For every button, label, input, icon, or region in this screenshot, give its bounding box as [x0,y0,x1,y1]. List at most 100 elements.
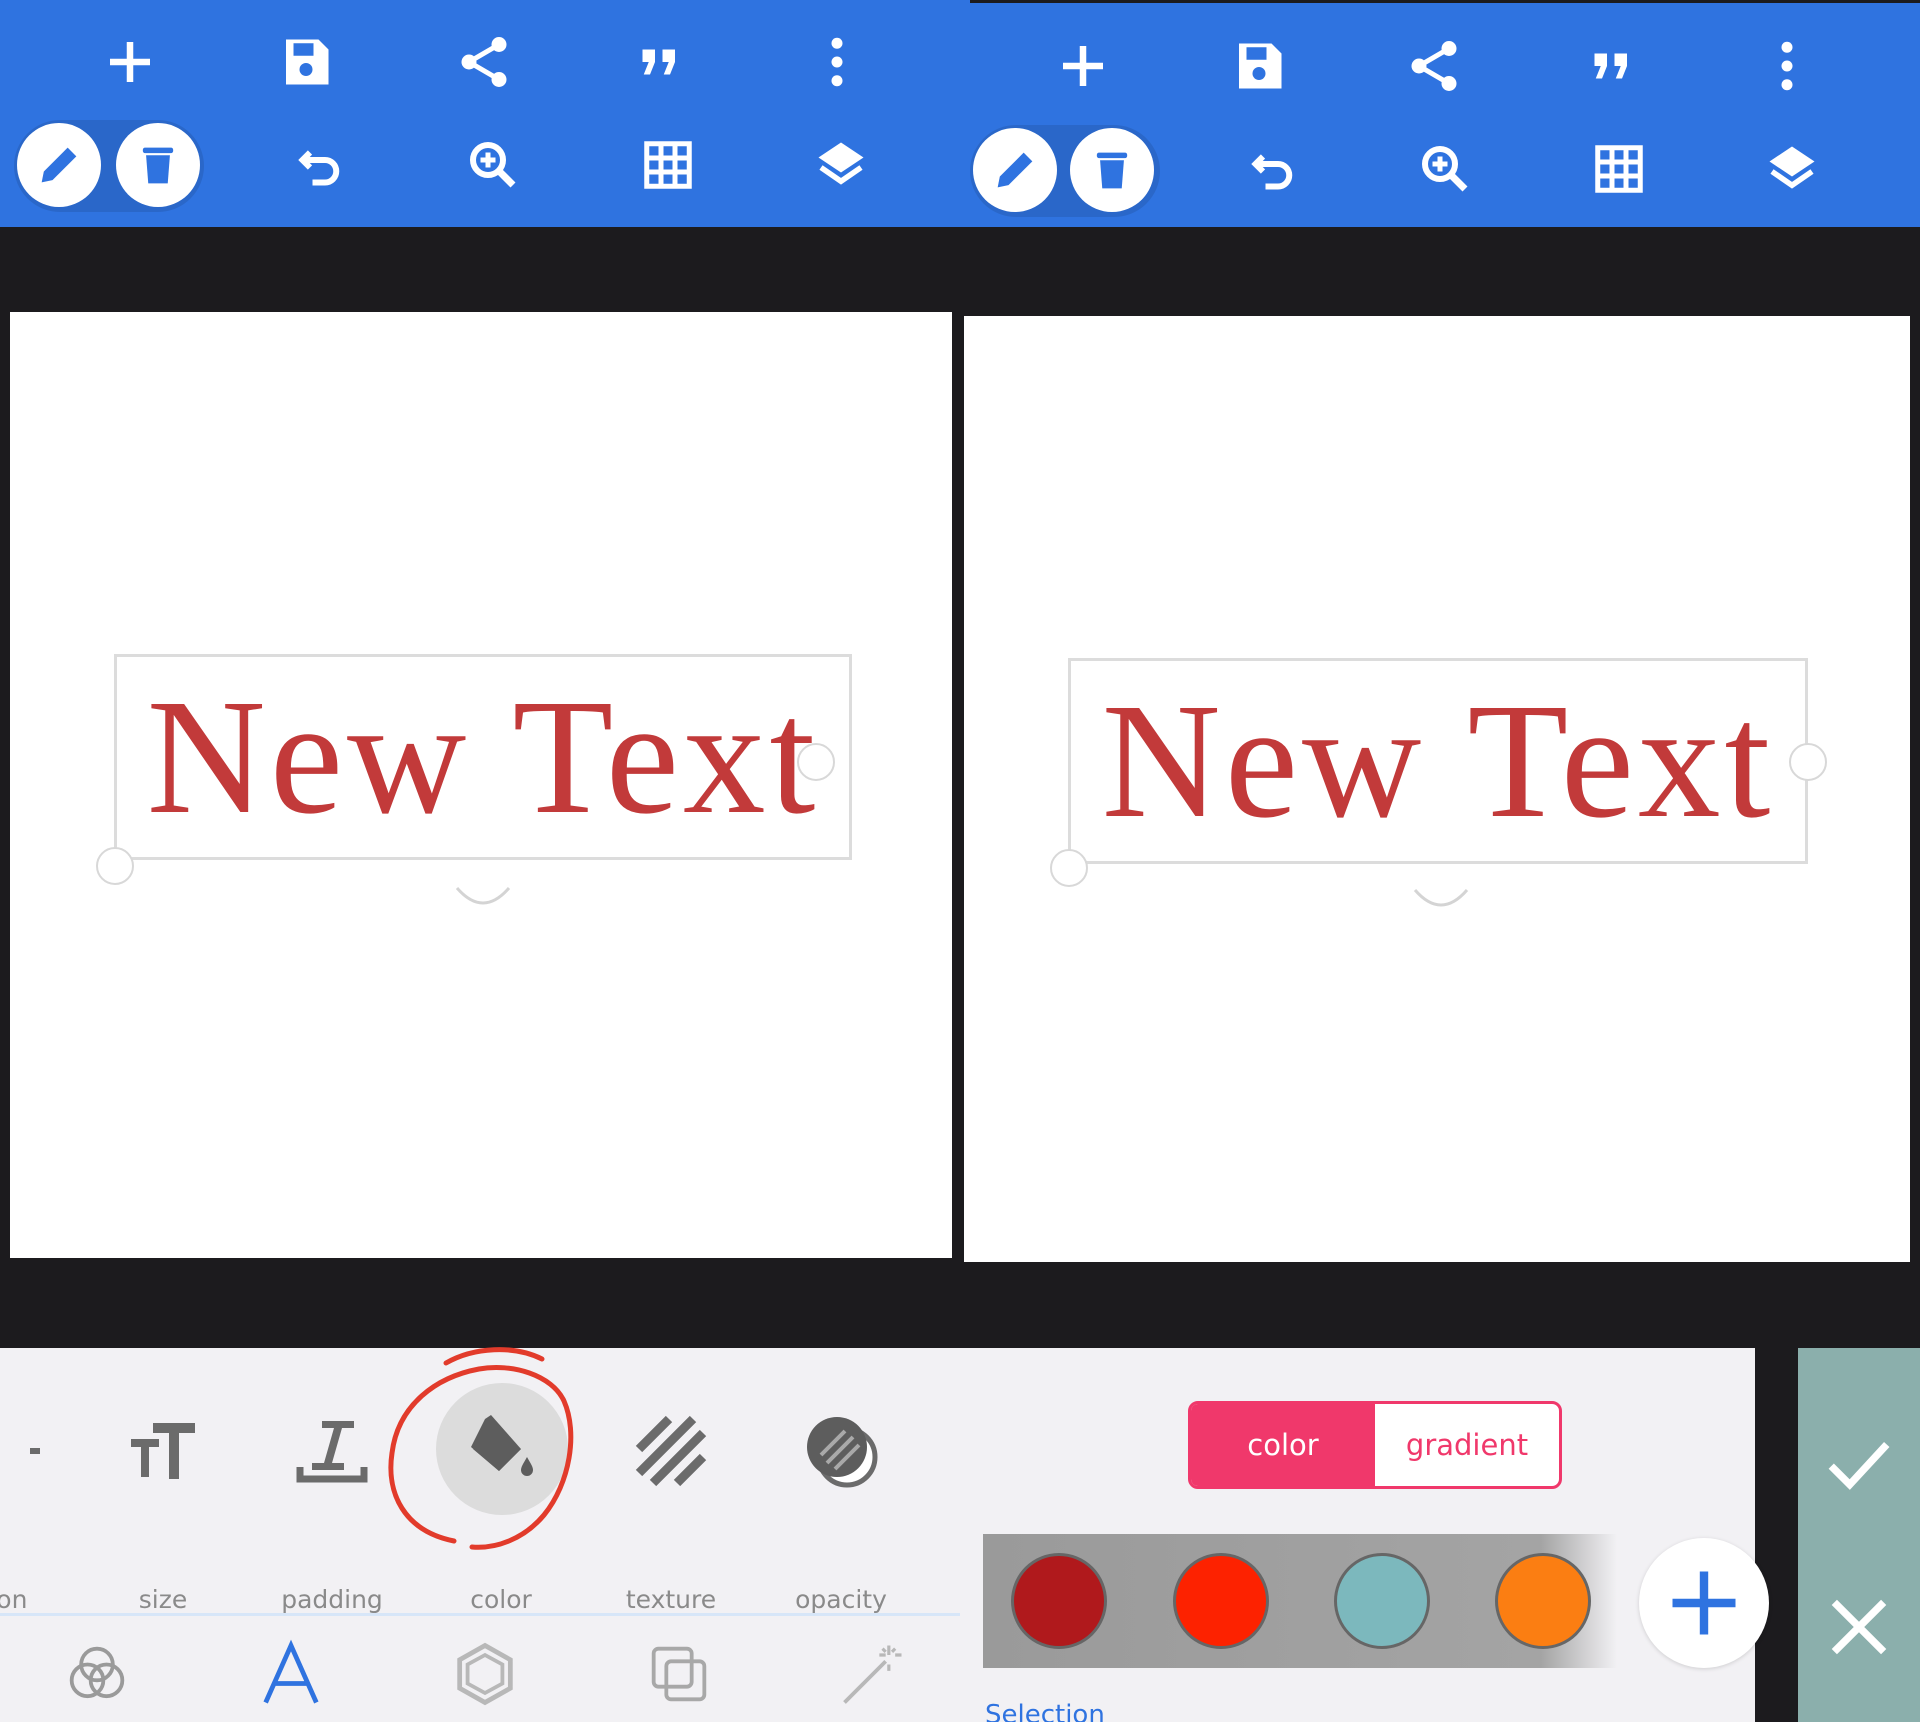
add-button[interactable] [90,22,170,102]
shape-icon [457,1642,513,1706]
undo-button[interactable] [1233,129,1313,209]
share-icon [461,37,507,87]
text-layer-box[interactable]: New Text [1068,658,1808,864]
left-screen: New Text ition size padding [0,0,960,1722]
tool-position[interactable]: ition [0,1403,75,1614]
delete-button[interactable] [116,123,200,207]
tool-size[interactable]: size [88,1403,238,1614]
color-swatch[interactable] [1334,1553,1430,1649]
tab-layer-copy[interactable] [634,1634,724,1714]
zoom-in-icon [1422,146,1468,192]
delete-icon [1096,152,1128,189]
layers-button[interactable] [1752,129,1832,209]
drawing-canvas[interactable]: New Text [10,312,952,1258]
tool-label: size [138,1585,188,1614]
texture-icon [631,1411,711,1491]
edit-icon [997,152,1033,188]
more-vert-icon [1781,41,1793,91]
tool-label: texture [625,1585,717,1614]
grid-button[interactable] [1579,129,1659,209]
stretch-handle[interactable] [797,743,835,781]
undo-icon [298,150,340,186]
zoom-in-icon [470,142,516,188]
add-icon [110,42,150,82]
save-button[interactable] [266,22,346,102]
save-button[interactable] [1219,26,1299,106]
tool-label: padding [281,1585,383,1614]
selection-label: Selection [985,1700,1105,1722]
zoom-button[interactable] [1405,129,1485,209]
color-swatch[interactable] [1011,1553,1107,1649]
save-icon [286,39,329,85]
quote-button[interactable] [1572,26,1652,106]
tool-texture[interactable]: texture [596,1403,746,1614]
opacity-icon [801,1411,881,1491]
delete-icon [142,147,174,184]
tab-text[interactable] [246,1634,336,1714]
padding-icon [292,1411,372,1491]
text-tools-panel: ition size padding color texture [0,1347,960,1722]
save-icon [1239,43,1282,89]
color-picker-panel: color gradient Selection [960,1348,1769,1722]
tool-label: color [470,1585,532,1614]
grid-icon [1595,145,1643,193]
apply-button[interactable] [1814,1418,1904,1508]
undo-button[interactable] [280,125,360,205]
layer-copy-icon [651,1646,707,1702]
share-button[interactable] [1394,26,1474,106]
more-options-button[interactable] [1747,26,1827,106]
color-mode-toggle: color gradient [1188,1401,1562,1489]
confirm-panel [1798,1348,1920,1722]
drawing-canvas[interactable]: New Text [964,316,1910,1262]
highlight-circle-annotation [388,1347,574,1550]
gradient-tab[interactable]: gradient [1375,1404,1559,1486]
tool-label: opacity [795,1585,887,1614]
zoom-button[interactable] [453,125,533,205]
rotate-handle-icon[interactable] [1411,886,1471,916]
color-swatch[interactable] [1495,1553,1591,1649]
text-layer[interactable]: New Text [1071,661,1805,861]
tab-effects[interactable] [828,1634,918,1714]
recent-colors-strip [983,1534,1617,1668]
add-icon [1063,46,1103,86]
edit-icon [41,147,77,183]
cancel-button[interactable] [1814,1582,1904,1672]
panel-divider [0,1613,960,1616]
tool-label: ition [0,1585,28,1614]
color-tab[interactable]: color [1191,1404,1375,1486]
more-vert-icon [831,37,843,87]
text-layer[interactable]: New Text [117,657,849,857]
grid-button[interactable] [628,125,708,205]
grid-icon [644,141,692,189]
tab-shape[interactable] [440,1634,530,1714]
share-button[interactable] [444,22,524,102]
right-screen: New Text color gradient Selection [960,0,1920,1722]
quote-button[interactable] [620,22,700,102]
edit-button[interactable] [17,123,101,207]
plus-icon [1672,1571,1736,1635]
edit-button[interactable] [973,128,1057,212]
resize-handle[interactable] [1050,849,1088,887]
more-options-button[interactable] [797,22,877,102]
tab-blend[interactable] [52,1634,142,1714]
add-button[interactable] [1043,26,1123,106]
text-size-icon [123,1411,203,1491]
magic-wand-icon [843,1645,902,1704]
layers-icon [1769,146,1815,189]
color-swatch[interactable] [1173,1553,1269,1649]
add-color-button[interactable] [1639,1538,1769,1668]
tool-opacity[interactable]: opacity [766,1403,916,1614]
rotate-handle-icon[interactable] [453,884,513,914]
stretch-handle[interactable] [1789,743,1827,781]
layers-button[interactable] [801,125,881,205]
blend-icon [69,1646,125,1699]
position-icon [0,1411,40,1491]
text-layer-box[interactable]: New Text [114,654,852,860]
text-icon [263,1639,319,1704]
delete-button[interactable] [1070,128,1154,212]
resize-handle[interactable] [96,847,134,885]
layers-icon [818,142,864,185]
check-icon [1828,1441,1890,1490]
quote-icon [1594,53,1627,79]
close-icon [1831,1599,1887,1655]
